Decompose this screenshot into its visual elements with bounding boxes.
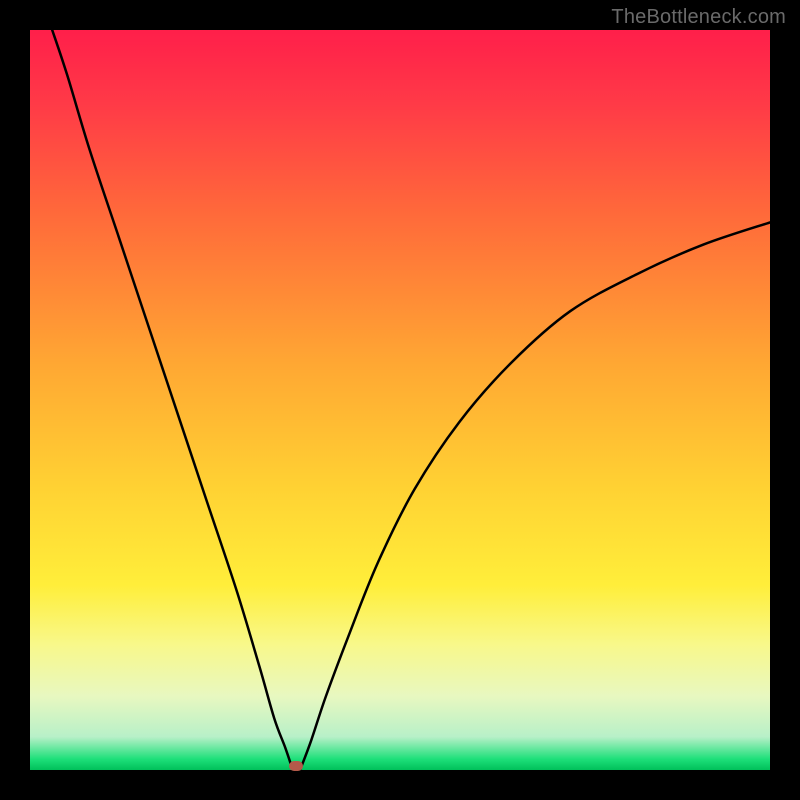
watermark-text: TheBottleneck.com xyxy=(611,6,786,29)
bottleneck-marker xyxy=(289,761,303,771)
gradient-background xyxy=(30,30,770,770)
plot-area xyxy=(30,30,770,770)
chart-frame: TheBottleneck.com xyxy=(0,0,800,800)
